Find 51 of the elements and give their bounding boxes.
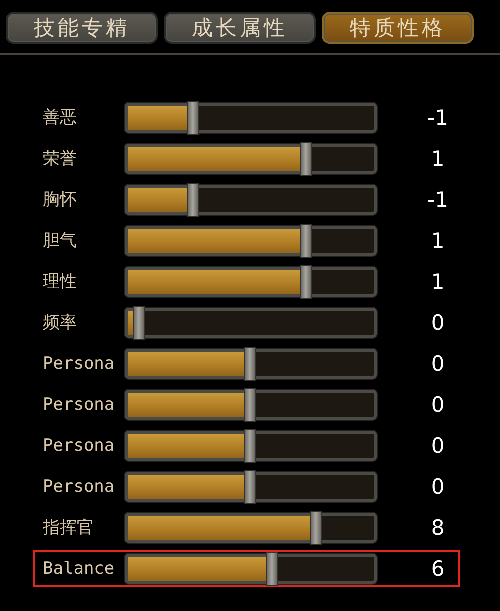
trait-slider[interactable] bbox=[125, 390, 377, 420]
tab[interactable]: 特质性格 bbox=[322, 12, 474, 44]
trait-label: 理性 bbox=[43, 271, 78, 293]
trait-value: 0 bbox=[430, 434, 446, 458]
trait-value: 1 bbox=[430, 270, 446, 294]
trait-label: 胆气 bbox=[43, 230, 78, 252]
trait-slider[interactable] bbox=[125, 266, 377, 296]
trait-label: 指挥官 bbox=[43, 517, 95, 539]
trait-slider[interactable] bbox=[125, 512, 377, 542]
slider-handle[interactable] bbox=[132, 306, 145, 340]
slider-handle[interactable] bbox=[244, 470, 256, 504]
trait-value: -1 bbox=[426, 188, 450, 212]
trait-label: Persona bbox=[43, 354, 116, 374]
trait-value: 0 bbox=[430, 392, 446, 416]
trait-value: 1 bbox=[430, 146, 446, 170]
trait-slider[interactable] bbox=[125, 472, 377, 502]
trait-label: Balance bbox=[43, 558, 116, 578]
slider-handle[interactable] bbox=[300, 224, 312, 258]
slider-handle[interactable] bbox=[244, 428, 256, 462]
tab[interactable]: 技能专精 bbox=[6, 12, 158, 44]
trait-value: 0 bbox=[430, 352, 446, 376]
trait-value: 0 bbox=[430, 474, 446, 498]
trait-value: 8 bbox=[430, 516, 446, 540]
trait-slider[interactable] bbox=[125, 308, 377, 338]
trait-label: 频率 bbox=[43, 312, 78, 334]
slider-handle[interactable] bbox=[300, 142, 312, 176]
trait-value: -1 bbox=[426, 106, 450, 130]
trait-label: 善恶 bbox=[43, 107, 78, 129]
trait-label: 胸怀 bbox=[43, 189, 78, 211]
trait-slider[interactable] bbox=[125, 430, 377, 460]
trait-slider[interactable] bbox=[125, 184, 377, 214]
trait-slider[interactable] bbox=[125, 226, 377, 256]
trait-slider[interactable] bbox=[125, 554, 377, 584]
tab[interactable]: 成长属性 bbox=[164, 12, 316, 44]
trait-label: 荣誉 bbox=[43, 148, 78, 170]
trait-label: Persona bbox=[43, 436, 116, 456]
trait-slider[interactable] bbox=[125, 102, 377, 132]
trait-value: 6 bbox=[430, 556, 446, 580]
slider-handle[interactable] bbox=[266, 552, 278, 586]
trait-slider[interactable] bbox=[125, 144, 377, 174]
trait-label: Persona bbox=[43, 476, 116, 496]
trait-label: Persona bbox=[43, 394, 116, 414]
trait-slider[interactable] bbox=[125, 348, 377, 378]
slider-handle[interactable] bbox=[244, 388, 256, 422]
slider-handle[interactable] bbox=[310, 510, 322, 544]
slider-handle[interactable] bbox=[186, 100, 199, 134]
slider-handle[interactable] bbox=[244, 346, 256, 380]
trait-value: 0 bbox=[430, 310, 446, 334]
trait-value: 1 bbox=[430, 228, 446, 252]
slider-handle[interactable] bbox=[186, 182, 199, 216]
slider-handle[interactable] bbox=[300, 264, 312, 298]
